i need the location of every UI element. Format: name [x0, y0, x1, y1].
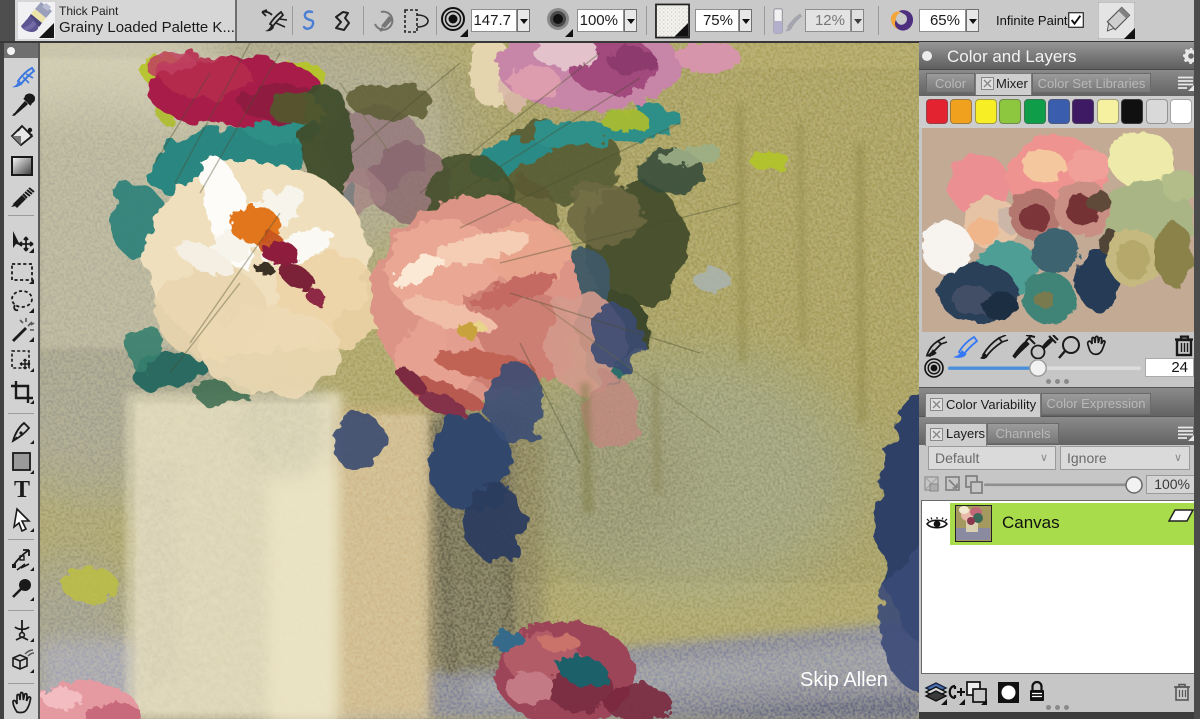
svg-text:Skip Allen: Skip Allen: [800, 669, 888, 691]
svg-text:T: T: [14, 477, 30, 502]
